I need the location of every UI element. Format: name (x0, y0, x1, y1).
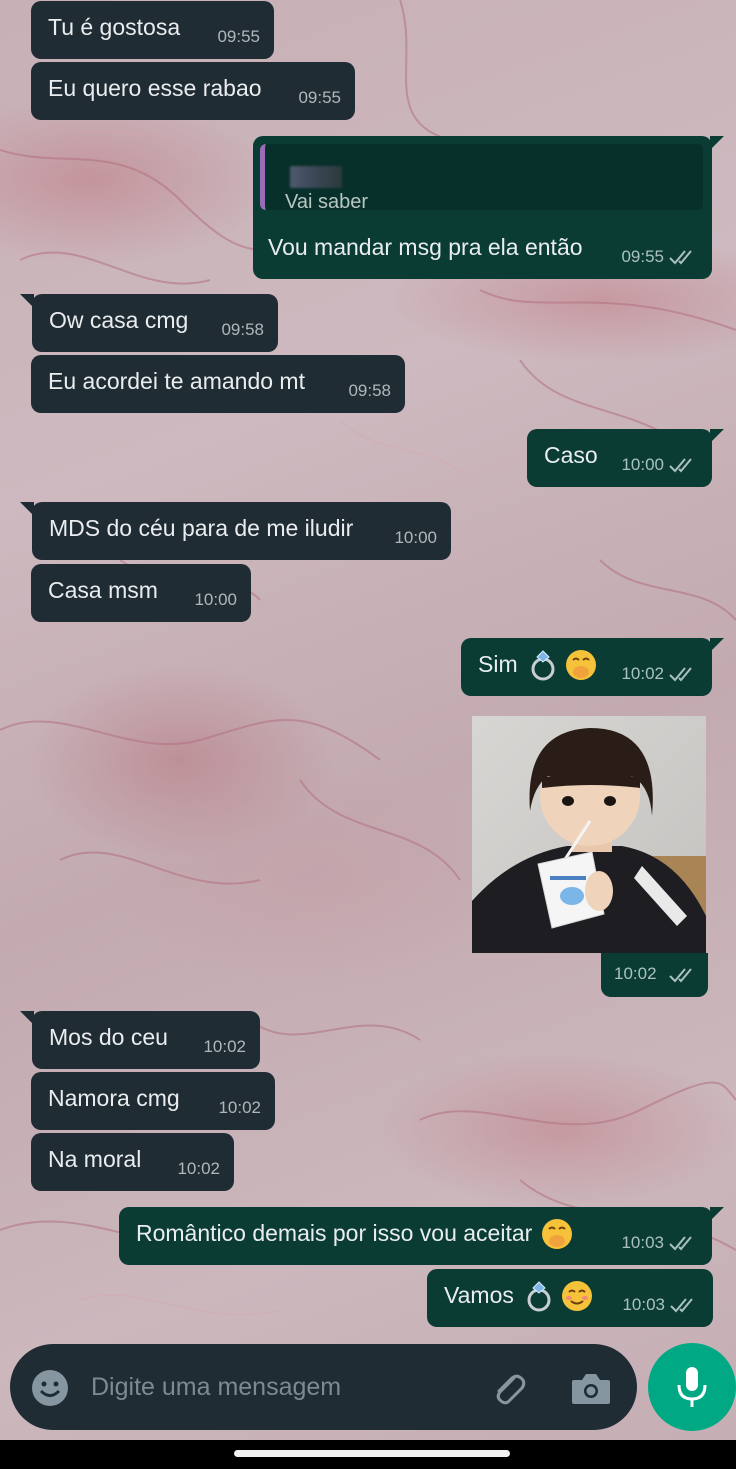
home-indicator[interactable] (234, 1450, 510, 1457)
incoming-message[interactable]: Tu é gostosa 09:55 (31, 1, 274, 59)
message-time: 10:00 (194, 590, 237, 609)
message-text: Na moral (48, 1145, 142, 1172)
toddler-photo (472, 716, 706, 953)
message-text: Eu quero esse rabao (48, 74, 262, 101)
incoming-message[interactable]: Namora cmg 10:02 (31, 1072, 275, 1130)
incoming-message[interactable]: Mos do ceu 10:02 (20, 1011, 260, 1069)
message-time: 10:03 (622, 1295, 665, 1314)
smiling-blush-emoji-icon (561, 1281, 592, 1311)
message-text: Romântico demais por isso vou aceitar (136, 1219, 533, 1246)
message-time: 10:02 (218, 1098, 261, 1117)
outgoing-message[interactable]: Vamos 10:03 (427, 1269, 713, 1327)
incoming-message[interactable]: Casa msm 10:00 (31, 564, 251, 622)
outgoing-reply-message[interactable]: Vai saber Vou mandar msg pra ela então 0… (253, 136, 724, 279)
message-text: MDS do céu para de me iludir (49, 514, 354, 541)
hand-over-mouth-emoji-icon (542, 1219, 573, 1249)
ring-emoji-icon (527, 1281, 551, 1312)
double-check-icon (669, 1236, 692, 1251)
outgoing-message[interactable]: Caso 10:00 (527, 429, 724, 487)
mic-button[interactable] (648, 1343, 736, 1431)
incoming-message[interactable]: Ow casa cmg 09:58 (20, 294, 278, 352)
message-time: 09:55 (621, 247, 664, 266)
message-time: 09:55 (298, 88, 341, 107)
message-time: 09:58 (221, 320, 264, 339)
message-text: Caso (544, 441, 598, 468)
attach-icon[interactable] (488, 1368, 528, 1408)
incoming-message[interactable]: MDS do céu para de me iludir 10:00 (20, 502, 451, 560)
message-time: 10:02 (177, 1159, 220, 1178)
double-check-icon (670, 1298, 693, 1313)
message-time: 10:00 (394, 528, 437, 547)
message-time: 09:55 (217, 27, 260, 46)
message-time: 10:02 (203, 1037, 246, 1056)
message-time: 09:58 (348, 381, 391, 400)
message-input[interactable]: Digite uma mensagem (91, 1373, 341, 1402)
image-message[interactable] (472, 716, 706, 953)
outgoing-message[interactable]: Sim 10:02 (461, 638, 724, 696)
incoming-message[interactable]: Eu quero esse rabao 09:55 (31, 62, 355, 120)
incoming-message[interactable]: Na moral 10:02 (31, 1133, 234, 1191)
outgoing-message[interactable]: Romântico demais por isso vou aceitar 10… (119, 1207, 724, 1265)
image-message-footer: 10:02 (601, 953, 708, 997)
message-text: Sim (478, 650, 518, 677)
incoming-message[interactable]: Eu acordei te amando mt 09:58 (31, 355, 405, 413)
double-check-icon (669, 667, 692, 682)
message-time: 10:02 (614, 964, 657, 983)
double-check-icon (669, 458, 692, 473)
quoted-author-redacted (290, 166, 342, 188)
message-text: Tu é gostosa (48, 13, 181, 40)
message-text: Vou mandar msg pra ela então (268, 234, 583, 260)
message-time: 10:03 (621, 1233, 664, 1252)
message-text: Mos do ceu (49, 1023, 168, 1050)
quoted-message[interactable]: Vai saber (260, 144, 703, 213)
message-text: Eu acordei te amando mt (48, 367, 305, 394)
message-text: Ow casa cmg (49, 306, 189, 333)
message-composer[interactable]: Digite uma mensagem (10, 1344, 637, 1430)
double-check-icon (669, 968, 692, 983)
hand-over-mouth-emoji-icon (565, 650, 596, 680)
emoji-icon[interactable] (30, 1368, 70, 1408)
message-time: 10:00 (621, 455, 664, 474)
double-check-icon (669, 250, 692, 265)
message-time: 10:02 (621, 664, 664, 683)
mic-icon (677, 1367, 707, 1407)
message-text: Casa msm (48, 576, 158, 603)
quoted-text: Vai saber (285, 191, 369, 213)
message-text: Namora cmg (48, 1084, 180, 1111)
message-text: Vamos (444, 1281, 514, 1308)
camera-icon[interactable] (570, 1368, 612, 1408)
ring-emoji-icon (531, 650, 555, 681)
